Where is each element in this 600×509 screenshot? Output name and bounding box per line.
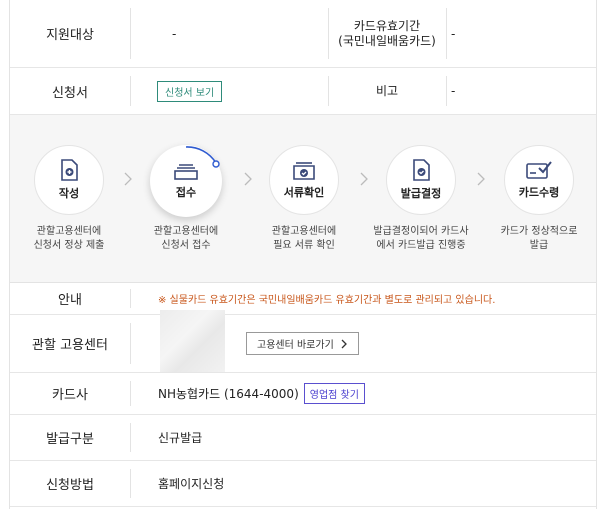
divider — [446, 76, 447, 106]
target-label: 지원대상 — [46, 28, 94, 43]
issue-type-label: 발급구분 — [46, 432, 94, 447]
step-desc-line1: 카드가 정상적으로 — [500, 226, 578, 237]
go-to-center-label: 고용센터 바로가기 — [257, 340, 334, 351]
card-validity-value: - — [451, 26, 456, 41]
inbox-check-icon — [293, 162, 315, 180]
step-documents-circle: 서류확인 — [269, 145, 339, 215]
view-application-button[interactable]: 신청서 보기 — [157, 80, 223, 102]
divider — [130, 469, 131, 498]
row-apply-method: 신청방법 홈페이지신청 — [10, 461, 596, 507]
issue-type-value: 신규발급 — [158, 431, 203, 445]
right-border — [596, 0, 597, 509]
divider — [130, 289, 131, 308]
divider — [130, 8, 131, 59]
progress-arc — [185, 146, 220, 168]
step-label: 작성 — [58, 187, 80, 200]
divider — [130, 323, 131, 364]
target-value: - — [172, 26, 177, 41]
step-write-circle: 작성 — [34, 145, 104, 215]
go-to-center-button[interactable]: 고용센터 바로가기 — [246, 332, 359, 355]
step-desc: 관할고용센터에 신청서 접수 — [127, 225, 245, 253]
step-label: 발급결정 — [400, 187, 442, 200]
chevron-right-icon — [341, 339, 347, 348]
row-application: 신청서 신청서 보기 비고 - — [10, 68, 596, 115]
notice-label: 안내 — [58, 293, 82, 308]
card-validity-label: 카드유효기간 (국민내일배움카드) — [328, 0, 446, 67]
step-desc-line1: 발급결정이되어 카드사 — [373, 226, 469, 237]
document-check-icon — [413, 159, 430, 181]
step-desc: 카드가 정상적으로 발급 — [480, 225, 598, 253]
row-issue-type: 발급구분 신규발급 — [10, 415, 596, 461]
step-desc-line2: 신청서 정상 제출 — [33, 240, 105, 251]
card-validity-label-line2: (국민내일배움카드) — [338, 33, 436, 48]
divider — [130, 76, 131, 106]
step-label: 서류확인 — [283, 186, 325, 199]
card-application-status: 지원대상 - 카드유효기간 (국민내일배움카드) - 신청서 신청서 보기 비고… — [0, 0, 600, 509]
card-company-label: 카드사 — [52, 388, 88, 403]
step-desc: 발급결정이되어 카드사 에서 카드발급 진행중 — [362, 225, 480, 253]
document-plus-icon — [61, 159, 78, 181]
center-label: 관할 고용센터 — [32, 338, 108, 353]
step-decision: 발급결정 발급결정이되어 카드사 에서 카드발급 진행중 — [362, 145, 480, 253]
divider — [446, 8, 447, 59]
step-desc: 관할고용센터에 필요 서류 확인 — [245, 225, 363, 253]
step-desc-line2: 에서 카드발급 진행중 — [376, 240, 466, 251]
divider — [130, 423, 131, 452]
step-desc-line1: 관할고용센터에 — [36, 226, 102, 237]
row-target: 지원대상 - 카드유효기간 (국민내일배움카드) - — [10, 0, 596, 68]
step-documents: 서류확인 관할고용센터에 필요 서류 확인 — [245, 145, 363, 253]
step-card-receive: 카드수령 카드가 정상적으로 발급 — [480, 145, 598, 253]
step-desc-line2: 발급 — [529, 240, 549, 251]
step-desc-line2: 필요 서류 확인 — [273, 240, 335, 251]
process-steps: 작성 관할고용센터에 신청서 정상 제출 접수 관할고용센터에 신청서 접수 서… — [10, 115, 596, 283]
step-desc-line2: 신청서 접수 — [161, 240, 211, 251]
remarks-value: - — [451, 84, 456, 98]
step-label: 카드수령 — [518, 186, 560, 199]
step-card-receive-circle: 카드수령 — [504, 145, 574, 215]
divider — [130, 381, 131, 406]
step-write: 작성 관할고용센터에 신청서 정상 제출 — [10, 145, 128, 253]
step-desc-line1: 관할고용센터에 — [271, 226, 337, 237]
row-notice: 안내 ※ 실물카드 유효기간은 국민내일배움카드 유효기간과 별도로 관리되고 … — [10, 283, 596, 315]
step-decision-circle: 발급결정 — [386, 145, 456, 215]
row-center: 관할 고용센터 고용센터 바로가기 — [10, 315, 596, 373]
card-check-icon — [526, 161, 552, 179]
apply-method-label: 신청방법 — [46, 478, 94, 493]
application-label: 신청서 — [52, 85, 88, 101]
redacted-center-info — [160, 310, 225, 372]
step-desc-line1: 관할고용센터에 — [153, 226, 219, 237]
card-validity-label-line1: 카드유효기간 — [353, 18, 421, 33]
step-desc: 관할고용센터에 신청서 정상 제출 — [10, 225, 128, 253]
card-company-value: NH농협카드 (1644-4000) — [158, 387, 299, 401]
find-branch-button[interactable]: 영업점 찾기 — [303, 383, 365, 404]
row-card-company: 카드사 NH농협카드 (1644-4000) 영업점 찾기 — [10, 373, 596, 415]
step-receive: 접수 관할고용센터에 신청서 접수 — [127, 145, 245, 253]
remarks-label: 비고 — [375, 83, 399, 98]
apply-method-value: 홈페이지신청 — [158, 477, 225, 491]
